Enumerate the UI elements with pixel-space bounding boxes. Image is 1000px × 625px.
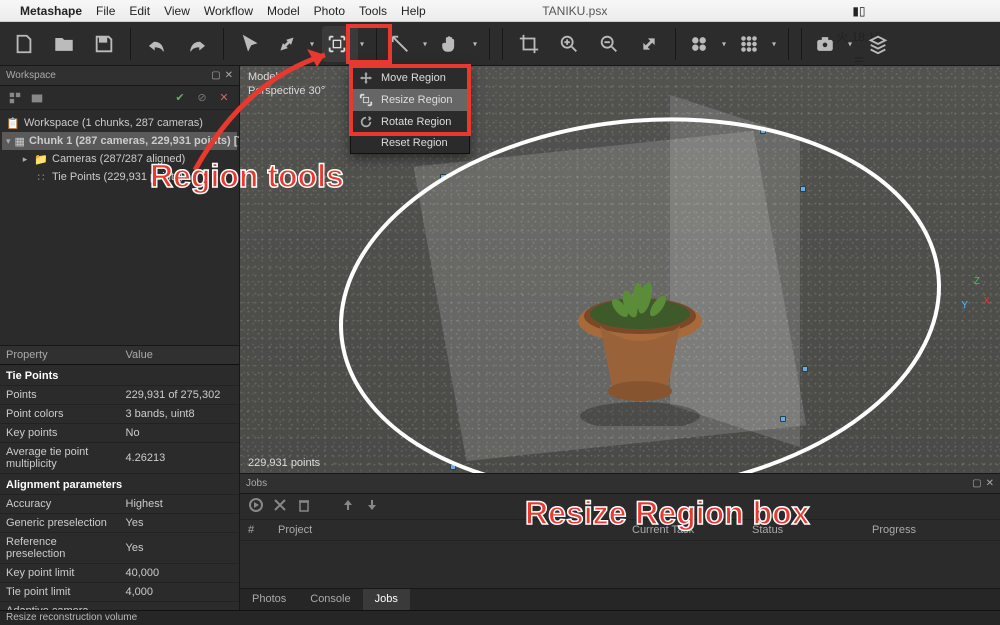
- zoom-out-button[interactable]: [591, 26, 627, 62]
- jobs-col-num: #: [248, 524, 278, 536]
- props-key: Adaptive camera model fitting: [0, 602, 120, 611]
- navigate-tool[interactable]: ▾: [272, 26, 308, 62]
- view-4-button[interactable]: ▾: [684, 26, 720, 62]
- props-section: Alignment parameters: [0, 474, 239, 495]
- bottom-tabs: Photos Console Jobs: [240, 588, 1000, 610]
- camera-button[interactable]: ▾: [810, 26, 846, 62]
- view-9-button[interactable]: ▾: [734, 26, 770, 62]
- menu-resize-region[interactable]: Resize Region: [351, 89, 469, 111]
- save-button[interactable]: [86, 26, 122, 62]
- viewport-overlay: Model Perspective 30°: [248, 70, 325, 98]
- menu-photo[interactable]: Photo: [314, 4, 345, 18]
- workspace-panel-header: Workspace ▢ ✕: [0, 66, 239, 86]
- remove-icon[interactable]: ✕: [215, 89, 233, 107]
- props-key: Points: [0, 386, 120, 405]
- workspace-tree[interactable]: 📋Workspace (1 chunks, 287 cameras) ▾▦Chu…: [0, 110, 239, 345]
- panel-close-icon[interactable]: ✕: [986, 478, 994, 489]
- jobs-panel: Jobs ▢ ✕ # Project Current Task Status Pro…: [240, 473, 1000, 588]
- jobs-col-status: Status: [752, 524, 872, 536]
- new-button[interactable]: [6, 26, 42, 62]
- menu-reset-region[interactable]: Reset Region: [351, 133, 469, 153]
- props-value: 229,931 of 275,302: [120, 386, 240, 405]
- props-value: Yes: [120, 602, 240, 611]
- menu-workflow[interactable]: Workflow: [204, 4, 253, 18]
- document-title: TANIKU.psx: [440, 4, 710, 18]
- menu-tools[interactable]: Tools: [359, 4, 387, 18]
- props-value: Highest: [120, 495, 240, 514]
- props-section: Tie Points: [0, 365, 239, 386]
- hand-tool[interactable]: ▾: [435, 26, 471, 62]
- menu-rotate-region[interactable]: Rotate Region: [351, 111, 469, 133]
- tree-root[interactable]: 📋Workspace (1 chunks, 287 cameras): [2, 114, 237, 132]
- workspace-title: Workspace: [6, 70, 56, 81]
- props-value: Yes: [120, 514, 240, 533]
- properties-panel: PropertyValue Tie PointsPoints229,931 of…: [0, 345, 239, 610]
- tab-jobs[interactable]: Jobs: [363, 589, 410, 610]
- stack-button[interactable]: [860, 26, 896, 62]
- menu-file[interactable]: File: [96, 4, 115, 18]
- viewport-point-count: 229,931 points: [248, 457, 320, 469]
- crop-tool[interactable]: [511, 26, 547, 62]
- jobs-col-task: Current Task: [632, 524, 752, 536]
- jobs-play-icon[interactable]: [248, 497, 264, 516]
- viewport-label-model: Model: [248, 70, 325, 84]
- add-chunk-icon[interactable]: [6, 89, 24, 107]
- props-key: Accuracy: [0, 495, 120, 514]
- menu-view[interactable]: View: [164, 4, 190, 18]
- jobs-delete-icon[interactable]: [296, 497, 312, 516]
- jobs-col-project: Project: [278, 524, 632, 536]
- viewport-label-persp: Perspective 30°: [248, 84, 325, 98]
- jobs-col-progress: Progress: [872, 524, 992, 536]
- jobs-down-icon[interactable]: [364, 497, 380, 516]
- props-value: 40,000: [120, 564, 240, 583]
- menu-help[interactable]: Help: [401, 4, 426, 18]
- workspace-toolbar: ✔ ⊘ ✕: [0, 86, 239, 110]
- redo-button[interactable]: [179, 26, 215, 62]
- status-bar: Resize reconstruction volume: [0, 610, 1000, 625]
- zoom-fit-button[interactable]: [631, 26, 667, 62]
- app-name[interactable]: Metashape: [20, 4, 82, 18]
- disable-icon[interactable]: ⊘: [193, 89, 211, 107]
- tree-tiepoints[interactable]: ∷Tie Points (229,931 points): [2, 168, 237, 186]
- open-button[interactable]: [46, 26, 82, 62]
- menu-edit[interactable]: Edit: [129, 4, 150, 18]
- jobs-title: Jobs: [246, 478, 267, 489]
- props-key: Key points: [0, 424, 120, 443]
- props-key: Average tie point multiplicity: [0, 443, 120, 474]
- props-value: No: [120, 424, 240, 443]
- panel-undock-icon[interactable]: ▢: [972, 478, 981, 489]
- panel-close-icon[interactable]: ✕: [225, 70, 233, 81]
- props-key: Point colors: [0, 405, 120, 424]
- props-key: Generic preselection: [0, 514, 120, 533]
- props-key: Key point limit: [0, 564, 120, 583]
- props-value: 3 bands, uint8: [120, 405, 240, 424]
- battery-icon[interactable]: ▮▯: [852, 4, 865, 18]
- props-value: 4,000: [120, 583, 240, 602]
- tab-console[interactable]: Console: [298, 589, 362, 610]
- menu-model[interactable]: Model: [267, 4, 300, 18]
- props-col-value: Value: [120, 346, 240, 365]
- zoom-in-button[interactable]: [551, 26, 587, 62]
- add-photos-icon[interactable]: [28, 89, 46, 107]
- props-key: Tie point limit: [0, 583, 120, 602]
- pointer-tool[interactable]: [232, 26, 268, 62]
- mac-menubar: Metashape File Edit View Workflow Model …: [0, 0, 1000, 22]
- jobs-stop-icon[interactable]: [272, 497, 288, 516]
- enable-icon[interactable]: ✔: [171, 89, 189, 107]
- tree-cameras[interactable]: ▸📁Cameras (287/287 aligned): [2, 150, 237, 168]
- undo-button[interactable]: [139, 26, 175, 62]
- rect-select-tool[interactable]: ▾: [385, 26, 421, 62]
- props-value: Yes: [120, 533, 240, 564]
- jobs-up-icon[interactable]: [340, 497, 356, 516]
- props-value: 4.26213: [120, 443, 240, 474]
- region-tool-menu[interactable]: Move Region Resize Region Rotate Region …: [350, 66, 470, 154]
- tree-chunk[interactable]: ▾▦Chunk 1 (287 cameras, 229,931 points) …: [2, 132, 237, 150]
- panel-undock-icon[interactable]: ▢: [211, 70, 220, 81]
- props-col-property: Property: [0, 346, 120, 365]
- region-tool[interactable]: ▾: [322, 26, 358, 62]
- menu-move-region[interactable]: Move Region: [351, 67, 469, 89]
- props-key: Reference preselection: [0, 533, 120, 564]
- tab-photos[interactable]: Photos: [240, 589, 298, 610]
